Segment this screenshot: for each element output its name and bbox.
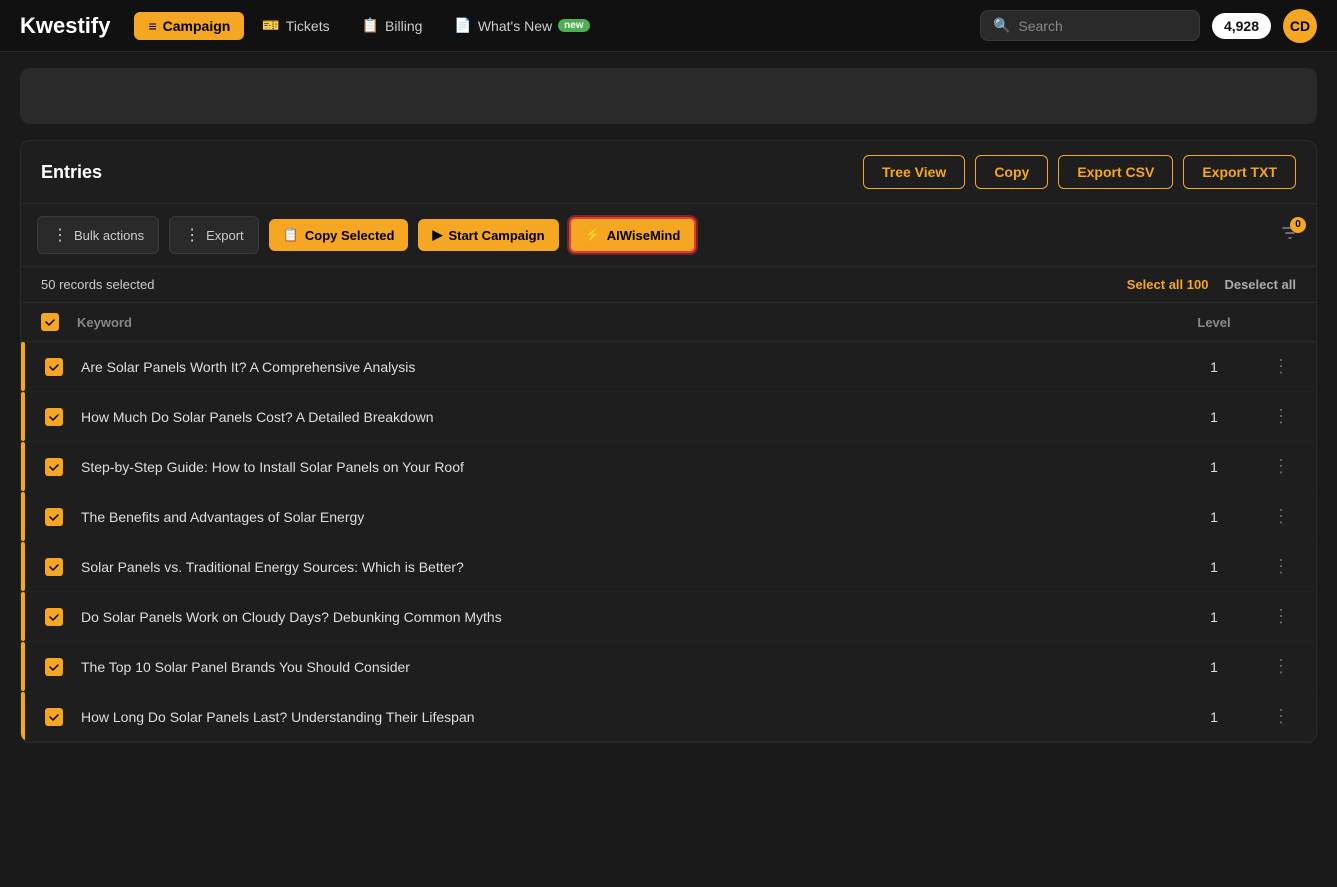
table-row[interactable]: Do Solar Panels Work on Cloudy Days? Deb… (21, 592, 1316, 642)
row-level: 1 (1174, 409, 1254, 425)
row-keyword: How Long Do Solar Panels Last? Understan… (81, 709, 1162, 725)
row-more-button[interactable]: ⋮ (1266, 406, 1296, 427)
row-level: 1 (1174, 659, 1254, 675)
row-level: 1 (1174, 609, 1254, 625)
row-keyword: Solar Panels vs. Traditional Energy Sour… (81, 559, 1162, 575)
table-row[interactable]: How Much Do Solar Panels Cost? A Detaile… (21, 392, 1316, 442)
select-all-button[interactable]: Select all 100 (1127, 277, 1209, 292)
doc-icon: 📄 (454, 17, 471, 34)
nav-item-whats-new[interactable]: 📄 What's New new (440, 11, 603, 40)
copy-button[interactable]: Copy (975, 155, 1048, 189)
table-row[interactable]: Solar Panels vs. Traditional Energy Sour… (21, 542, 1316, 592)
play-icon: ▶ (432, 227, 442, 243)
deselect-all-button[interactable]: Deselect all (1224, 277, 1296, 292)
table-header: Keyword Level (21, 303, 1316, 342)
row-level: 1 (1174, 359, 1254, 375)
row-checkbox[interactable] (45, 658, 63, 676)
row-level: 1 (1174, 709, 1254, 725)
entries-header: Entries Tree View Copy Export CSV Export… (21, 141, 1316, 204)
selection-actions: Select all 100 Deselect all (1127, 277, 1296, 292)
row-checkbox[interactable] (45, 608, 63, 626)
selection-count: 50 records selected (41, 277, 1127, 292)
col-keyword-header: Keyword (77, 315, 1162, 330)
header-checkbox[interactable] (41, 313, 59, 331)
billing-icon: 📋 (362, 17, 379, 34)
header-buttons: Tree View Copy Export CSV Export TXT (863, 155, 1296, 189)
table-row[interactable]: Are Solar Panels Worth It? A Comprehensi… (21, 342, 1316, 392)
export-csv-button[interactable]: Export CSV (1058, 155, 1173, 189)
entries-card: Entries Tree View Copy Export CSV Export… (20, 140, 1317, 743)
row-more-button[interactable]: ⋮ (1266, 356, 1296, 377)
nav-item-billing[interactable]: 📋 Billing (348, 11, 437, 40)
row-keyword: The Benefits and Advantages of Solar Ene… (81, 509, 1162, 525)
row-more-button[interactable]: ⋮ (1266, 456, 1296, 477)
row-more-button[interactable]: ⋮ (1266, 506, 1296, 527)
filter-button[interactable]: 0 (1280, 223, 1300, 248)
start-campaign-button[interactable]: ▶ Start Campaign (418, 219, 558, 251)
row-keyword: How Much Do Solar Panels Cost? A Detaile… (81, 409, 1162, 425)
row-checkbox[interactable] (45, 458, 63, 476)
row-more-button[interactable]: ⋮ (1266, 656, 1296, 677)
row-keyword: The Top 10 Solar Panel Brands You Should… (81, 659, 1162, 675)
row-more-button[interactable]: ⋮ (1266, 706, 1296, 727)
navbar: Kwestify ≡ Campaign 🎫 Tickets 📋 Billing … (0, 0, 1337, 52)
copy-selected-button[interactable]: 📋 Copy Selected (269, 219, 409, 251)
credits-badge: 4,928 (1212, 13, 1271, 39)
banner (20, 68, 1317, 124)
row-level: 1 (1174, 459, 1254, 475)
row-level: 1 (1174, 509, 1254, 525)
row-checkbox[interactable] (45, 708, 63, 726)
selection-row: 50 records selected Select all 100 Desel… (21, 267, 1316, 303)
row-keyword: Step-by-Step Guide: How to Install Solar… (81, 459, 1162, 475)
row-keyword: Do Solar Panels Work on Cloudy Days? Deb… (81, 609, 1162, 625)
row-checkbox[interactable] (45, 558, 63, 576)
table-row[interactable]: The Benefits and Advantages of Solar Ene… (21, 492, 1316, 542)
toolbar: ⋮ Bulk actions ⋮ Export 📋 Copy Selected … (21, 204, 1316, 267)
search-box[interactable]: 🔍 (980, 10, 1200, 41)
row-checkbox[interactable] (45, 508, 63, 526)
nav-item-campaign[interactable]: ≡ Campaign (134, 12, 244, 40)
search-icon: 🔍 (993, 17, 1010, 34)
table-row[interactable]: How Long Do Solar Panels Last? Understan… (21, 692, 1316, 742)
export-button[interactable]: ⋮ Export (169, 216, 259, 254)
tree-view-button[interactable]: Tree View (863, 155, 965, 189)
table-row[interactable]: Step-by-Step Guide: How to Install Solar… (21, 442, 1316, 492)
row-level: 1 (1174, 559, 1254, 575)
export-txt-button[interactable]: Export TXT (1183, 155, 1296, 189)
ticket-icon: 🎫 (262, 17, 279, 34)
row-keyword: Are Solar Panels Worth It? A Comprehensi… (81, 359, 1162, 375)
aiwisemind-button[interactable]: ⚡ AIWiseMind (569, 217, 697, 253)
new-badge: new (558, 19, 589, 32)
list-icon: ≡ (148, 18, 156, 34)
search-input[interactable] (1018, 18, 1187, 34)
dots-icon: ⋮ (52, 225, 68, 245)
row-checkbox[interactable] (45, 408, 63, 426)
filter-count-badge: 0 (1290, 217, 1306, 233)
nav-item-tickets[interactable]: 🎫 Tickets (248, 11, 343, 40)
row-more-button[interactable]: ⋮ (1266, 556, 1296, 577)
nav-right: 🔍 4,928 CD (980, 9, 1317, 43)
app-logo[interactable]: Kwestify (20, 13, 110, 39)
main-content: Entries Tree View Copy Export CSV Export… (20, 140, 1317, 743)
lightning-icon: ⚡ (585, 227, 601, 243)
row-checkbox[interactable] (45, 358, 63, 376)
nav-items: ≡ Campaign 🎫 Tickets 📋 Billing 📄 What's … (134, 11, 975, 40)
copy-selected-icon: 📋 (283, 227, 299, 243)
table-body: Are Solar Panels Worth It? A Comprehensi… (21, 342, 1316, 742)
table-row[interactable]: The Top 10 Solar Panel Brands You Should… (21, 642, 1316, 692)
bulk-actions-button[interactable]: ⋮ Bulk actions (37, 216, 159, 254)
entries-title: Entries (41, 162, 863, 183)
avatar[interactable]: CD (1283, 9, 1317, 43)
col-level-header: Level (1174, 315, 1254, 330)
row-more-button[interactable]: ⋮ (1266, 606, 1296, 627)
export-dots-icon: ⋮ (184, 225, 200, 245)
